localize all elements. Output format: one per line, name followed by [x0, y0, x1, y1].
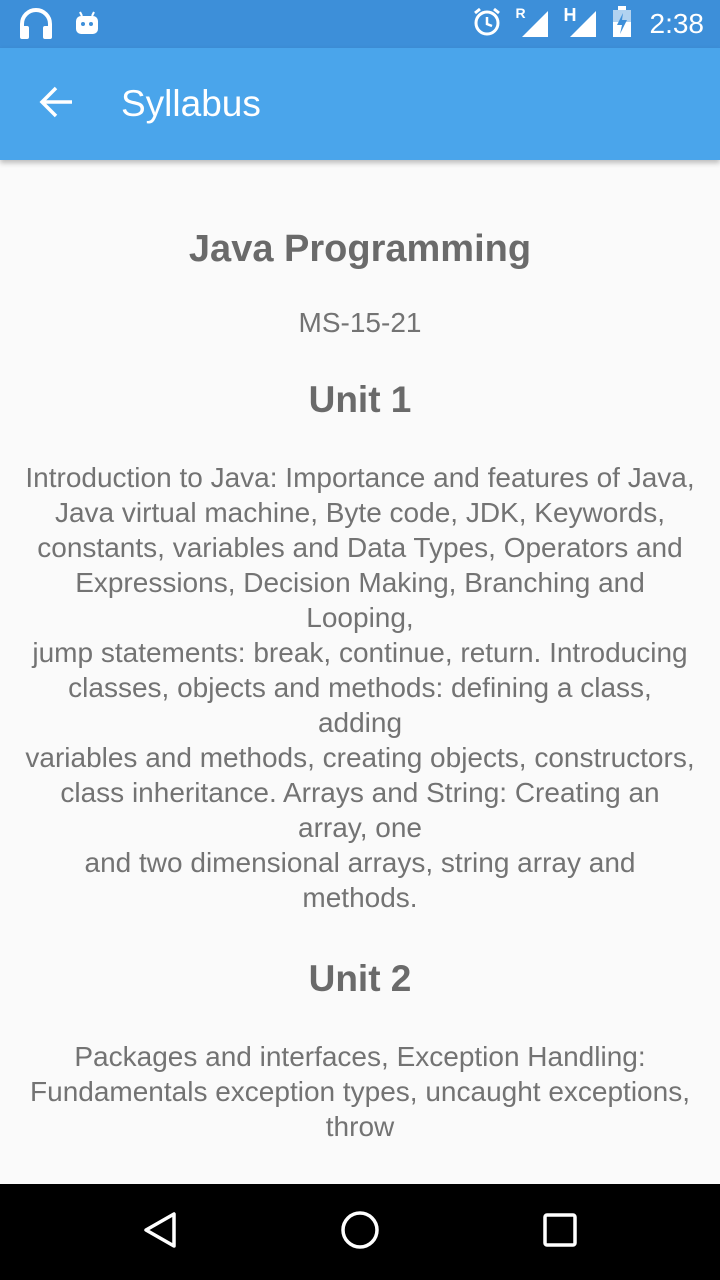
- status-clock: 2:38: [649, 8, 705, 39]
- nav-back-button[interactable]: [136, 1208, 184, 1256]
- status-bar-left: [18, 8, 100, 45]
- h-network-icon: H: [564, 5, 598, 39]
- nav-home-icon: [339, 1209, 381, 1256]
- unit-body: Packages and interfaces, Exception Handl…: [30, 1041, 690, 1142]
- navigation-bar: [0, 1184, 720, 1280]
- headphones-icon: [18, 8, 54, 45]
- nav-recents-icon: [541, 1211, 579, 1254]
- signal-roaming-icon: R: [516, 5, 550, 39]
- back-button[interactable]: [28, 76, 84, 132]
- app-bar: Syllabus: [0, 48, 720, 160]
- status-bar: R H 2:38: [0, 0, 720, 48]
- nav-back-icon: [140, 1210, 180, 1255]
- nav-recents-button[interactable]: [536, 1208, 584, 1256]
- nav-home-button[interactable]: [336, 1208, 384, 1256]
- course-title: Java Programming: [188, 228, 532, 270]
- battery-charging-icon: [612, 5, 632, 43]
- syllabus-content[interactable]: Java Programming MS-15-21 Unit 1 Introdu…: [0, 160, 720, 1184]
- unit-title: Unit 2: [308, 958, 412, 999]
- arrow-back-icon: [38, 86, 74, 123]
- course-code: MS-15-21: [298, 307, 422, 338]
- android-icon: [74, 10, 100, 43]
- unit-title: Unit 1: [308, 379, 412, 420]
- status-bar-right: R H 2:38: [472, 5, 705, 43]
- unit-body: Introduction to Java: Importance and fea…: [25, 462, 695, 913]
- alarm-icon: [472, 7, 502, 42]
- page-title: Syllabus: [121, 83, 261, 124]
